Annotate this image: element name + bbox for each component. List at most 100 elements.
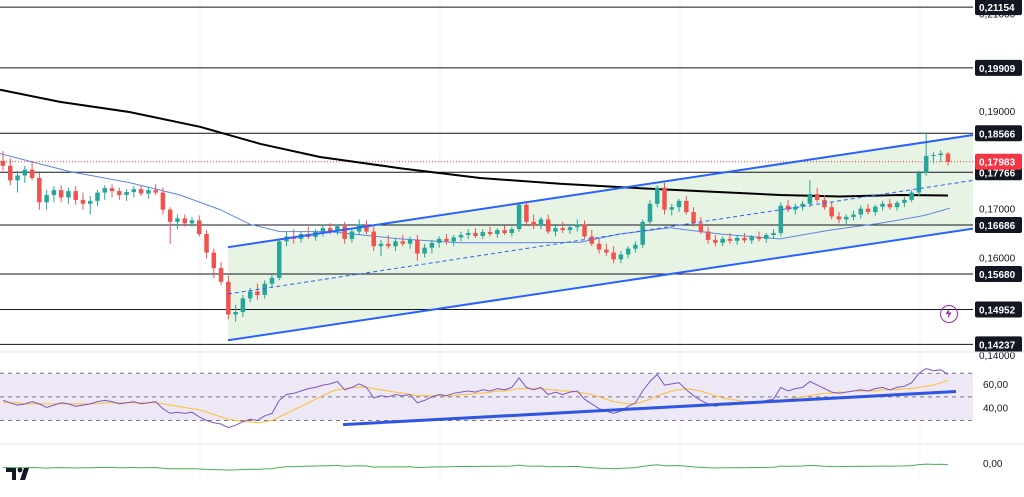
candle-body: [124, 192, 129, 196]
price-tick-label: 0,17000: [979, 205, 1016, 216]
lower-zero-label: 0,00: [983, 459, 1003, 470]
candle-body: [22, 169, 28, 176]
price-tick-label: 0,16000: [979, 253, 1016, 264]
candle-body: [8, 165, 13, 181]
price-tick-label: 0,19000: [979, 107, 1016, 118]
level-label: 0,21154: [979, 3, 1015, 14]
candle-body: [713, 239, 718, 243]
candle-body: [262, 283, 267, 295]
candle-body: [945, 153, 951, 162]
candle-body: [596, 243, 602, 250]
candle-body: [894, 202, 900, 208]
candle-body: [785, 205, 791, 210]
candle-body: [218, 268, 224, 282]
candle-body: [51, 190, 57, 196]
candle-body: [436, 238, 442, 243]
candle-body: [0, 160, 6, 166]
candle-body: [662, 187, 667, 210]
candle-body: [393, 241, 398, 247]
candle-body: [560, 228, 565, 231]
candle-body: [887, 203, 893, 208]
candle-body: [684, 200, 689, 213]
candle-body: [851, 214, 856, 217]
price-axis: 0,210000,190000,170000,160000,140000,211…: [975, 0, 1022, 362]
candle-body: [44, 195, 49, 203]
candle-body: [320, 228, 326, 232]
candle-body: [764, 234, 769, 239]
candle-body: [705, 231, 711, 240]
candle-body: [386, 243, 391, 247]
candle-body: [451, 237, 456, 242]
candle-body: [109, 188, 115, 192]
candle-body: [95, 192, 100, 201]
candle-body: [676, 200, 682, 208]
candle-body: [756, 236, 762, 239]
candle-body: [167, 209, 173, 222]
candle-body: [211, 252, 217, 269]
candle-body: [444, 238, 449, 242]
candle-body: [429, 242, 435, 248]
candle-body: [938, 153, 943, 156]
candle-body: [465, 233, 471, 235]
candle-body: [516, 204, 522, 230]
candle-body: [204, 234, 209, 253]
candle-body: [807, 194, 813, 204]
candle-body: [567, 227, 573, 231]
candle-body: [422, 247, 427, 254]
candle-body: [633, 244, 638, 249]
candle-body: [611, 252, 616, 260]
rsi-panel: 60,00 40,00: [0, 351, 1024, 429]
candle-body: [458, 234, 464, 238]
candle-body: [15, 175, 20, 181]
candle-body: [480, 232, 486, 236]
candle-body: [415, 239, 420, 254]
candle-body: [233, 312, 238, 315]
candle-body: [902, 199, 907, 203]
level-label: 0,16686: [979, 221, 1016, 232]
candle-body: [80, 199, 86, 204]
candle-body: [916, 173, 922, 193]
candle-body: [589, 236, 595, 244]
candle-body: [604, 249, 609, 253]
candle-body: [73, 191, 78, 200]
candle-body: [117, 191, 122, 196]
candle-body: [131, 189, 137, 193]
candle-body: [720, 238, 725, 243]
chart-canvas: 0,210000,190000,170000,160000,140000,211…: [0, 0, 1024, 478]
candle-body: [553, 228, 558, 232]
candle-body: [843, 216, 849, 220]
candle-body: [524, 204, 529, 222]
level-label: 0,14952: [979, 305, 1016, 316]
candle-body: [226, 281, 231, 315]
candle-body: [153, 190, 158, 193]
candle-body: [545, 219, 551, 232]
candle-body: [727, 238, 733, 241]
rsi-tick-label: 40,00: [983, 404, 1008, 415]
candle-body: [29, 169, 35, 178]
candle-body: [495, 230, 500, 235]
candle-body: [240, 298, 246, 313]
candle-body: [858, 208, 864, 215]
lightning-bolt-icon[interactable]: [940, 305, 958, 323]
candle-body: [175, 218, 180, 222]
candle-body: [582, 224, 587, 237]
candle-body: [575, 224, 580, 228]
lower-indicator-line: [2, 463, 949, 471]
candle-body: [189, 220, 195, 224]
candle-body: [160, 192, 166, 210]
tradingview-logo-icon: [6, 466, 34, 482]
candle-body: [473, 233, 478, 236]
candle-body: [742, 237, 747, 241]
candle-body: [509, 229, 515, 234]
candle-body: [146, 190, 151, 194]
candle-body: [197, 220, 202, 235]
rsi-tick-label: 60,00: [983, 380, 1008, 391]
candle-body: [407, 239, 413, 244]
candle-body: [647, 203, 653, 222]
candle-body: [836, 216, 842, 220]
candle-body: [814, 194, 820, 200]
candle-body: [931, 155, 936, 157]
candle-body: [698, 223, 704, 232]
candle-body: [182, 218, 187, 224]
candle-body: [255, 291, 260, 295]
